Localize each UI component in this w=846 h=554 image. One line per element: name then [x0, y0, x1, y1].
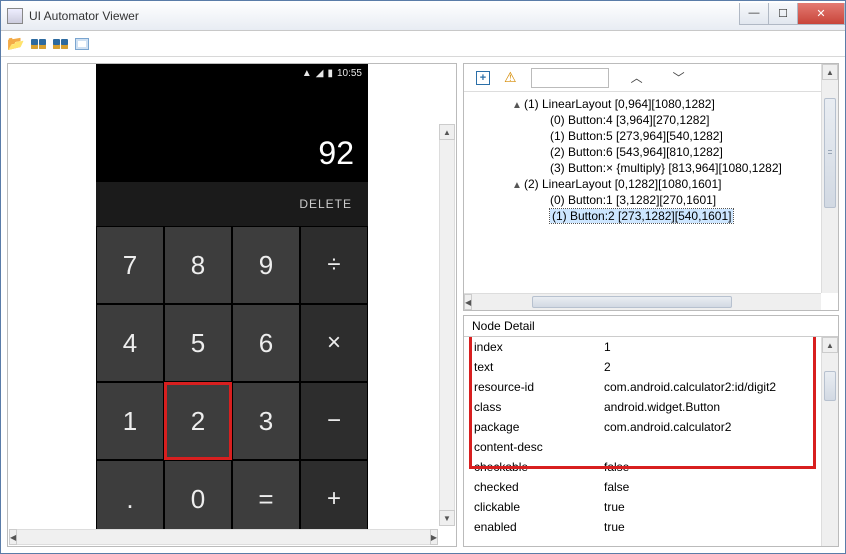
- node-detail-title: Node Detail: [464, 316, 838, 337]
- key-.[interactable]: .: [96, 460, 164, 538]
- detail-row: checkablefalse: [464, 457, 838, 477]
- key-×[interactable]: ×: [300, 304, 368, 382]
- node-detail-table: index1text2resource-idcom.android.calcul…: [464, 337, 838, 537]
- tree-node[interactable]: ▲(1) LinearLayout [0,964][1080,1282]: [464, 96, 838, 112]
- detail-row: index1: [464, 337, 838, 357]
- key-0[interactable]: 0: [164, 460, 232, 538]
- status-time: 10:55: [337, 68, 362, 79]
- detail-row: text2: [464, 357, 838, 377]
- tree-node[interactable]: (0) Button:1 [3,1282][270,1601]: [464, 192, 838, 208]
- horizontal-scrollbar[interactable]: ◀▶: [9, 529, 438, 545]
- hierarchy-tree[interactable]: ▲(1) LinearLayout [0,964][1080,1282](0) …: [464, 92, 838, 310]
- search-input[interactable]: [531, 68, 609, 88]
- minimize-button[interactable]: —: [739, 3, 769, 25]
- warning-icon[interactable]: ⚠: [504, 69, 517, 86]
- battery-icon: ▮: [327, 68, 333, 79]
- key-6[interactable]: 6: [232, 304, 300, 382]
- key-7[interactable]: 7: [96, 226, 164, 304]
- folder-open-icon[interactable]: 📂: [7, 36, 25, 52]
- app-window: UI Automator Viewer — ☐ ✕ 📂 ▲ ◢ ▮ 10:55 …: [0, 0, 846, 554]
- titlebar[interactable]: UI Automator Viewer — ☐ ✕: [1, 1, 845, 31]
- screenshot-pane: ▲ ◢ ▮ 10:55 92 DELETE 789÷ 456× 123−.0=+ ▲…: [7, 63, 457, 547]
- detail-vertical-scrollbar[interactable]: ▲: [821, 337, 838, 546]
- hierarchy-tree-pane: + ⚠ ︿ ﹀ ▲(1) LinearLayout [0,964][1080,1…: [463, 63, 839, 311]
- detail-row: packagecom.android.calculator2: [464, 417, 838, 437]
- vertical-scrollbar[interactable]: ▲▼: [439, 124, 455, 526]
- tree-node[interactable]: (0) Button:4 [3,964][270,1282]: [464, 112, 838, 128]
- chevron-up-icon[interactable]: ︿: [623, 69, 651, 86]
- tree-node[interactable]: (1) Button:5 [273,964][540,1282]: [464, 128, 838, 144]
- detail-row: checkedfalse: [464, 477, 838, 497]
- detail-row: content-desc: [464, 437, 838, 457]
- key-9[interactable]: 9: [232, 226, 300, 304]
- tree-node[interactable]: (2) Button:6 [543,964][810,1282]: [464, 144, 838, 160]
- app-icon: [7, 8, 23, 24]
- window-title: UI Automator Viewer: [29, 9, 740, 23]
- key-5[interactable]: 5: [164, 304, 232, 382]
- new-sheet-icon[interactable]: [73, 36, 91, 52]
- maximize-button[interactable]: ☐: [768, 3, 798, 25]
- toolbar: 📂: [1, 31, 845, 57]
- signal-icon: ◢: [316, 68, 324, 79]
- device-dump-icon[interactable]: [29, 36, 47, 52]
- key-+[interactable]: +: [300, 460, 368, 538]
- key-2[interactable]: 2: [164, 382, 232, 460]
- tree-horizontal-scrollbar[interactable]: ◀: [464, 293, 821, 310]
- detail-row: resource-idcom.android.calculator2:id/di…: [464, 377, 838, 397]
- device-screenshot[interactable]: ▲ ◢ ▮ 10:55 92 DELETE 789÷ 456× 123−.0=+: [96, 64, 368, 538]
- key-1[interactable]: 1: [96, 382, 164, 460]
- keypad: 789÷ 456× 123−.0=+: [96, 226, 368, 538]
- detail-row: clickabletrue: [464, 497, 838, 517]
- key-÷[interactable]: ÷: [300, 226, 368, 304]
- key-4[interactable]: 4: [96, 304, 164, 382]
- node-detail-pane: Node Detail index1text2resource-idcom.an…: [463, 315, 839, 547]
- detail-row: enabledtrue: [464, 517, 838, 537]
- tree-node[interactable]: (3) Button:× {multiply} [813,964][1080,1…: [464, 160, 838, 176]
- calc-display: 92: [96, 82, 368, 182]
- key-3[interactable]: 3: [232, 382, 300, 460]
- tree-vertical-scrollbar[interactable]: ▲: [821, 64, 838, 293]
- key-=[interactable]: =: [232, 460, 300, 538]
- detail-row: classandroid.widget.Button: [464, 397, 838, 417]
- key-8[interactable]: 8: [164, 226, 232, 304]
- tree-node[interactable]: ▲(2) LinearLayout [0,1282][1080,1601]: [464, 176, 838, 192]
- status-bar: ▲ ◢ ▮ 10:55: [96, 64, 368, 82]
- delete-button[interactable]: DELETE: [96, 182, 368, 226]
- key-−[interactable]: −: [300, 382, 368, 460]
- wifi-icon: ▲: [302, 68, 312, 79]
- chevron-down-icon[interactable]: ﹀: [665, 69, 693, 86]
- tree-toolbar: + ⚠ ︿ ﹀: [464, 64, 838, 92]
- device-dump-compressed-icon[interactable]: [51, 36, 69, 52]
- close-button[interactable]: ✕: [797, 3, 845, 25]
- expand-all-icon[interactable]: +: [476, 71, 490, 85]
- tree-node[interactable]: (1) Button:2 [273,1282][540,1601]: [464, 208, 838, 224]
